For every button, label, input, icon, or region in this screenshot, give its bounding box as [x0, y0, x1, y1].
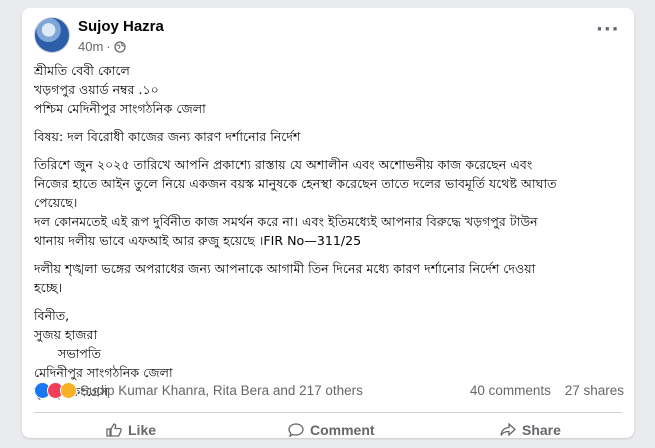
share-arrow-icon — [500, 423, 516, 437]
comment-button[interactable]: Comment — [288, 422, 375, 438]
actions-divider — [34, 412, 622, 413]
paragraph-line: থানায় দলীয় ভাবে এফআই আর রুজু হয়েছে ।F… — [34, 233, 362, 248]
address-line: পশ্চিম মেদিনীপুর সাংগঠনিক জেলা — [34, 101, 206, 116]
thumbs-up-icon — [106, 423, 122, 437]
like-button[interactable]: Like — [106, 422, 156, 438]
address-block: শ্রীমতি বেবী কোলে খড়গপুর ওয়ার্ড নম্বর … — [34, 61, 628, 118]
comment-icon — [288, 423, 304, 437]
paragraph-1: তিরিশে জুন ২০২৫ তারিখে আপনি প্রকাশ্যে রা… — [34, 155, 628, 250]
paragraph-line: দল কোনমতেই এই রূপ দুর্বিনীত কাজ সমর্থন ক… — [34, 214, 538, 229]
reactors-summary[interactable]: Sudip Kumar Khanra, Rita Bera and 217 ot… — [80, 383, 363, 398]
paragraph-line: তিরিশে জুন ২০২৫ তারিখে আপনি প্রকাশ্যে রা… — [34, 157, 533, 172]
paragraph-line: পেয়েছে। — [34, 195, 78, 210]
share-button[interactable]: Share — [500, 422, 561, 438]
paragraph-line: নিজের হাতে আইন তুলে নিয়ে একজন বয়স্ক মা… — [34, 176, 557, 191]
signature-line: বিনীত, — [34, 308, 70, 323]
post-card: Sujoy Hazra 40m · ··· শ্রীমতি বেবী কোলে খ… — [22, 8, 634, 438]
author-avatar[interactable] — [34, 17, 70, 53]
paragraph-line: দলীয় শৃঙ্খলা ভঙ্গের অপরাধের জন্য আপনাকে… — [34, 261, 536, 276]
engagement-bar: Sudip Kumar Khanra, Rita Bera and 217 ot… — [34, 382, 624, 402]
signature-line: মেদিনীপুর সাংগঠনিক জেলা — [34, 365, 173, 380]
comments-count[interactable]: 40 comments — [470, 383, 551, 398]
comment-label: Comment — [310, 422, 375, 438]
post-time[interactable]: 40m — [78, 39, 103, 54]
address-line: শ্রীমতি বেবী কোলে — [34, 63, 130, 78]
subject-line: বিষয়: দল বিরোধী কাজের জন্য কারণ দর্শানো… — [34, 127, 628, 146]
post-header: Sujoy Hazra 40m · ··· — [34, 17, 622, 63]
more-options-icon[interactable]: ··· — [596, 21, 619, 41]
subject-text: বিষয়: দল বিরোধী কাজের জন্য কারণ দর্শানো… — [34, 129, 301, 144]
post-text: শ্রীমতি বেবী কোলে খড়গপুর ওয়ার্ড নম্বর … — [34, 61, 628, 401]
meta-separator: · — [106, 39, 111, 54]
author-name[interactable]: Sujoy Hazra — [78, 18, 164, 35]
signature-line: সুজয় হাজরা — [34, 327, 98, 342]
engagement-counts: 40 comments 27 shares — [460, 383, 624, 398]
address-line: খড়গপুর ওয়ার্ড নম্বর .১০ — [34, 82, 159, 97]
paragraph-line: হচ্ছে। — [34, 280, 63, 295]
post-meta: 40m · — [78, 39, 126, 54]
shares-count[interactable]: 27 shares — [565, 383, 624, 398]
like-label: Like — [128, 422, 157, 438]
post-actions: Like Comment Share — [34, 418, 622, 448]
globe-icon[interactable] — [113, 41, 126, 53]
paragraph-2: দলীয় শৃঙ্খলা ভঙ্গের অপরাধের জন্য আপনাকে… — [34, 259, 628, 297]
care-reaction-icon — [60, 382, 77, 399]
share-label: Share — [522, 422, 561, 438]
signature-line: সভাপতি — [34, 346, 101, 361]
